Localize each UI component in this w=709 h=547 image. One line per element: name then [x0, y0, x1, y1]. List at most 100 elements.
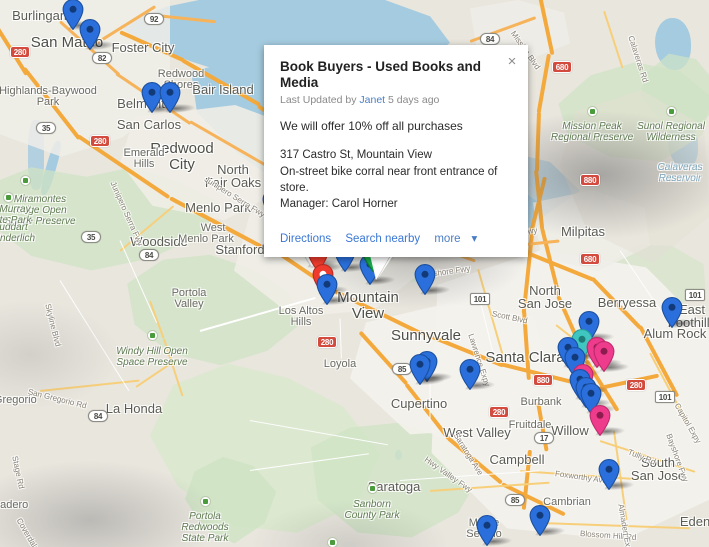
- chevron-down-icon: ▾: [471, 232, 478, 245]
- map-marker[interactable]: [598, 459, 638, 490]
- more-label: more: [434, 232, 461, 245]
- park-icon-sunol: [666, 106, 677, 117]
- map-label-city: San Jose: [517, 296, 573, 311]
- map-label-city: Hills: [290, 316, 312, 328]
- last-updated-prefix: Last Updated by: [280, 94, 357, 107]
- more-link[interactable]: more ▾: [434, 233, 488, 245]
- pin-icon: [409, 354, 431, 385]
- highway-shield: 82: [92, 52, 112, 64]
- map-label-city: Hills: [133, 158, 155, 170]
- map-label-city: Milpitas: [560, 224, 606, 239]
- map-marker[interactable]: [529, 505, 569, 536]
- map-marker[interactable]: [476, 515, 516, 546]
- map-label-city: Santa Clara: [485, 349, 565, 366]
- map-label-park: Mission Peak: [562, 121, 622, 132]
- map-marker[interactable]: [79, 19, 119, 50]
- map-label-park: ah Murray: [0, 204, 31, 215]
- map-label-city: Cupertino: [390, 396, 448, 411]
- info-window-last-updated: Last Updated by Janet 5 days ago: [280, 94, 512, 106]
- map-label-park: Wunderlich: [0, 233, 36, 244]
- map-label-park: Space Preserve: [116, 357, 188, 368]
- map-label-city: Campbell: [489, 452, 545, 467]
- highway-shield: 880: [580, 174, 600, 186]
- map-marker[interactable]: [414, 264, 454, 295]
- map-marker[interactable]: [316, 274, 356, 305]
- highway-shield: 280: [90, 135, 110, 147]
- address-line-2: On-street bike corral near front entranc…: [280, 165, 498, 195]
- map-marker[interactable]: [593, 341, 633, 372]
- map-label-city: Burbank: [520, 396, 562, 408]
- map-label-park: State Park: [181, 533, 229, 544]
- park-icon-mission-peak: [587, 106, 598, 117]
- address-line-3: Manager: Carol Horner: [280, 198, 398, 211]
- park-icon-windy-hill: [147, 330, 158, 341]
- map-label-park: Sunol Regional: [637, 121, 705, 132]
- pin-icon: [79, 19, 101, 50]
- highway-shield: 84: [88, 410, 108, 422]
- map-label-city: Pescadero: [0, 499, 29, 511]
- map-marker[interactable]: [589, 405, 629, 436]
- highway-shield: 17: [534, 432, 554, 444]
- pin-icon: [459, 359, 481, 390]
- highway-shield: 35: [81, 231, 101, 243]
- highway-shield: 280: [626, 379, 646, 391]
- pin-icon: [414, 264, 436, 295]
- map-label-park: Wilderness: [646, 132, 696, 143]
- info-window-offer: We will offer 10% off all purchases: [280, 119, 463, 134]
- highway-shield: 101: [470, 293, 490, 305]
- park-icon-castle-rock: [327, 537, 338, 547]
- map-label-city: Stanford: [215, 242, 265, 257]
- park-icon-murray: [3, 192, 14, 203]
- map-label-park: Regional Preserve: [550, 132, 634, 143]
- map-label-city: Alum Rock: [643, 326, 707, 341]
- info-window-address: 317 Castro St, Mountain View On-street b…: [280, 147, 512, 212]
- search-nearby-link[interactable]: Search nearby: [345, 233, 420, 245]
- info-window-title: Book Buyers - Used Books and Media: [280, 59, 482, 91]
- map-label-city: Valley: [174, 298, 204, 310]
- map-label-city: View: [351, 305, 385, 322]
- last-updated-suffix: 5 days ago: [388, 94, 440, 107]
- map-screenshot: Burlingame San Mateo Foster City Redwood Sho…: [0, 0, 709, 547]
- pin-icon: [589, 405, 611, 436]
- map-label-park: Portola: [189, 511, 221, 522]
- map-marker[interactable]: [159, 82, 199, 113]
- highway-shield: 280: [317, 336, 337, 348]
- map-label-city: Park: [36, 96, 60, 108]
- map-label-city: San Carlos: [116, 117, 182, 132]
- park-icon-miramontes: [20, 175, 31, 186]
- park-icon-sanborn: [367, 483, 378, 494]
- last-updated-user-link[interactable]: Janet: [359, 94, 385, 106]
- pin-icon: [476, 515, 498, 546]
- map-label-city: Foster City: [111, 40, 175, 55]
- map-label-city: Willow: [551, 423, 589, 438]
- pin-icon: [593, 341, 615, 372]
- close-icon[interactable]: ×: [505, 54, 519, 69]
- pin-icon: [598, 459, 620, 490]
- highway-shield: 101: [685, 289, 705, 301]
- highway-shield: 35: [36, 122, 56, 134]
- map-marker[interactable]: [459, 359, 499, 390]
- highway-shield: 880: [533, 374, 553, 386]
- map-label-city: City: [169, 156, 195, 173]
- highway-shield: 85: [505, 494, 525, 506]
- highway-shield: 92: [144, 13, 164, 25]
- pin-icon: [159, 82, 181, 113]
- highway-shield: 84: [139, 249, 159, 261]
- pin-icon: [661, 297, 683, 328]
- map-label-park: State Park: [0, 215, 32, 226]
- map-marker[interactable]: [409, 354, 449, 385]
- highway-shield: 680: [580, 253, 600, 265]
- highway-shield: 280: [10, 46, 30, 58]
- map-label-city: Emerald: [123, 147, 165, 159]
- map-label-park: Windy Hill Open: [116, 346, 188, 357]
- pin-icon: [316, 274, 338, 305]
- map-marker[interactable]: [661, 297, 701, 328]
- map-label-water: Reservoir: [658, 173, 702, 184]
- map-label-city: Berryessa: [597, 295, 657, 310]
- map-label-park: Sanborn: [353, 499, 391, 510]
- park-icon-portola: [200, 496, 211, 507]
- directions-link[interactable]: Directions: [280, 233, 331, 245]
- highway-shield: 84: [480, 33, 500, 45]
- highway-shield: 280: [489, 406, 509, 418]
- info-window[interactable]: Book Buyers - Used Books and Media Last …: [264, 45, 528, 257]
